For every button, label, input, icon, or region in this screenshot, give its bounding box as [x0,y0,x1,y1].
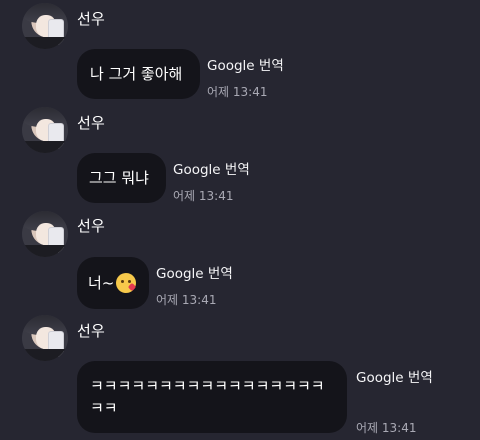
message-text: ㅋㅋㅋㅋㅋㅋㅋㅋㅋㅋㅋㅋㅋㅋㅋㅋㅋ ㅋㅋ [90,377,325,417]
sender-name: 선우 [77,114,106,132]
message-text: 나 그거 좋아해 [90,65,183,83]
sender-avatar[interactable] [22,211,68,257]
message-timestamp: 어제 13:41 [173,189,234,203]
message-timestamp: 어제 13:41 [356,421,417,435]
google-translate-link[interactable]: Google 번역 [207,54,284,74]
google-translate-link[interactable]: Google 번역 [173,158,250,178]
chat-message-list[interactable]: 선우 나 그거 좋아해 Google 번역 어제 13:41 선우 그그 뭐냐 … [0,0,480,440]
sender-name: 선우 [77,322,106,340]
avatar-shirt [24,37,66,49]
sender-avatar[interactable] [22,315,68,361]
sender-name: 선우 [77,10,106,28]
message-timestamp: 어제 13:41 [207,85,268,99]
message-bubble[interactable]: 너~ [77,257,149,309]
message-text: 그그 뭐냐 [89,169,149,187]
kissing-face-with-heart-emoji [116,273,137,293]
message-bubble[interactable]: 그그 뭐냐 [77,153,166,203]
sender-name: 선우 [77,217,106,235]
message-bubble[interactable]: ㅋㅋㅋㅋㅋㅋㅋㅋㅋㅋㅋㅋㅋㅋㅋㅋㅋ ㅋㅋ [77,361,347,433]
message-text: 너~ [88,274,115,292]
avatar-shirt [24,141,66,153]
avatar-shirt [24,349,66,361]
google-translate-link[interactable]: Google 번역 [156,262,233,282]
message-bubble[interactable]: 나 그거 좋아해 [77,49,200,99]
message-timestamp: 어제 13:41 [156,293,217,307]
avatar-shirt [24,245,66,257]
sender-avatar[interactable] [22,3,68,49]
sender-avatar[interactable] [22,107,68,153]
google-translate-link[interactable]: Google 번역 [356,366,433,386]
